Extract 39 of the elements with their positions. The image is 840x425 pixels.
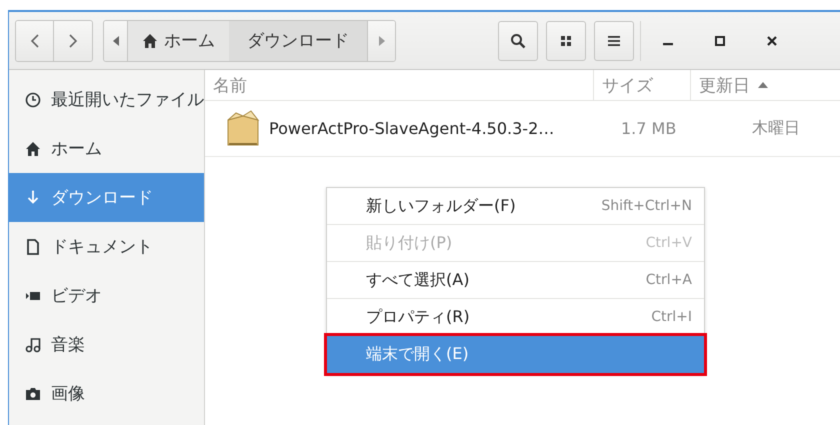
triangle-left-icon [112, 36, 118, 46]
picture-icon [25, 386, 41, 402]
path-button[interactable]: ダウンロード [229, 20, 367, 60]
path-scroll-right-button[interactable] [367, 20, 395, 60]
file-modified-date: 木曜日 [752, 118, 800, 139]
column-header[interactable]: サイズ [593, 70, 690, 100]
grid-button[interactable] [546, 20, 586, 60]
home-icon [142, 32, 158, 48]
recent-icon [25, 92, 41, 108]
minimize-icon [663, 43, 673, 46]
sidebar-item[interactable]: ホーム [9, 124, 204, 173]
download-icon [25, 190, 41, 206]
sidebar-item[interactable]: ビデオ [9, 271, 204, 320]
column-header[interactable]: 更新日 [690, 70, 840, 100]
file-name: PowerActPro-SlaveAgent-4.50.3-2… [269, 119, 554, 138]
sidebar-item[interactable]: 画像 [9, 369, 204, 418]
chevron-left-icon [30, 32, 40, 48]
music-icon [25, 336, 41, 352]
close-icon [767, 36, 777, 46]
menu-icon [608, 34, 620, 46]
chevron-right-icon [68, 32, 78, 48]
menu-button[interactable] [594, 20, 634, 60]
home-icon [25, 140, 41, 156]
sidebar-item[interactable]: 音楽 [9, 320, 204, 369]
search-icon [510, 32, 526, 48]
maximize-icon [715, 36, 725, 46]
menu-item[interactable]: 新しいフォルダー(F) Shift+Ctrl+N [327, 188, 704, 225]
search-button[interactable] [498, 20, 538, 60]
column-header[interactable]: 名前 [205, 70, 593, 100]
sidebar-item[interactable]: ドキュメント [9, 222, 204, 271]
file-size: 1.7 MB [621, 119, 676, 138]
menu-item[interactable]: すべて選択(A) Ctrl+A [327, 262, 704, 299]
package-icon [225, 110, 261, 148]
grid-icon [560, 34, 572, 46]
triangle-right-icon [378, 36, 384, 46]
sidebar-item[interactable]: 最近開いたファイル [9, 75, 204, 124]
document-icon [25, 238, 41, 254]
path-button[interactable]: ホーム [128, 20, 229, 60]
path-scroll-left-button[interactable] [104, 20, 128, 60]
